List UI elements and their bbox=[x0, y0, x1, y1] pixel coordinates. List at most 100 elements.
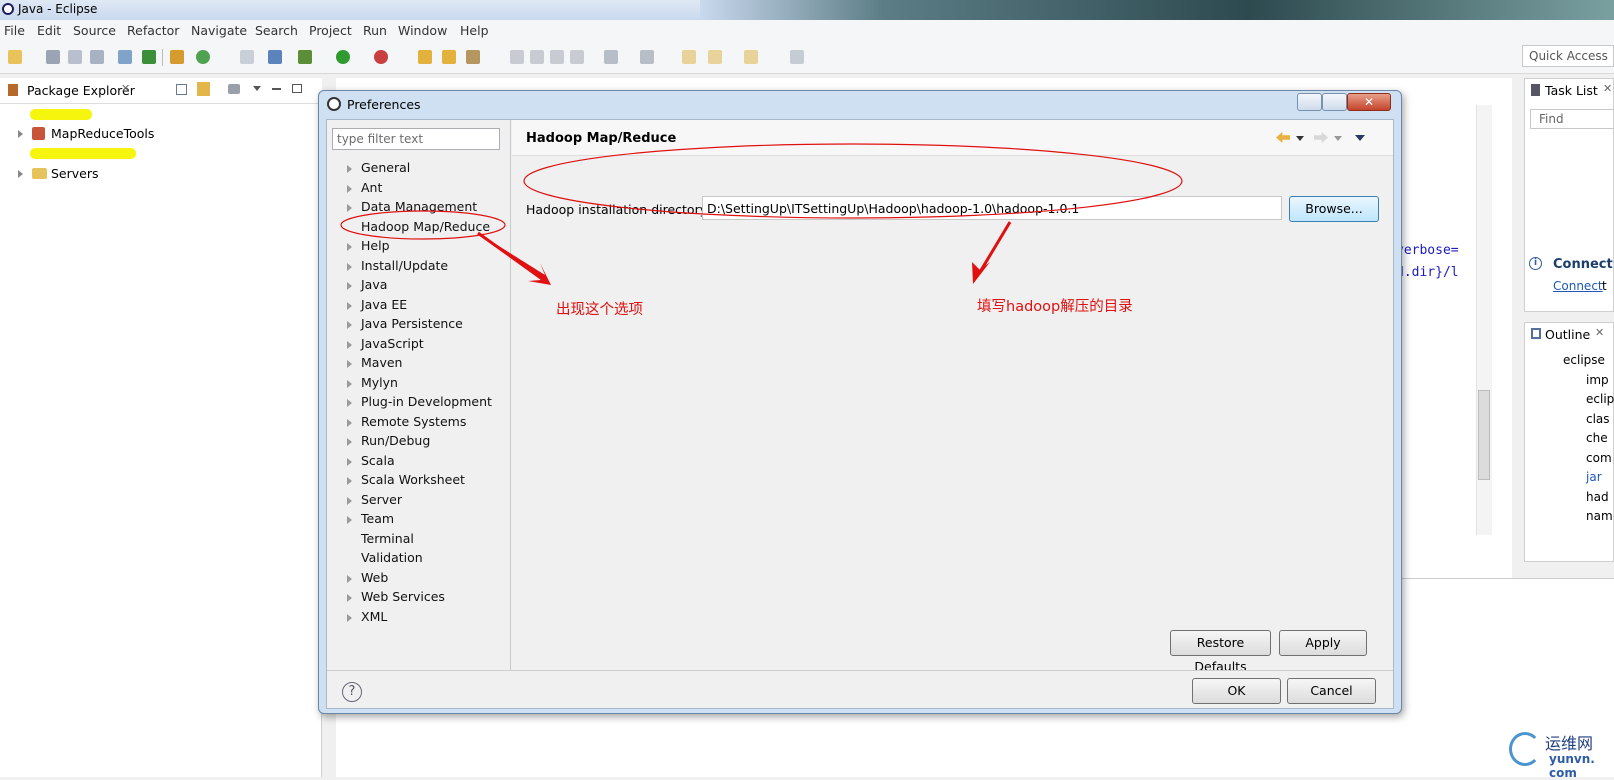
outline-item[interactable]: com bbox=[1539, 449, 1614, 469]
prev-annotation-icon[interactable] bbox=[640, 50, 654, 64]
outline-item[interactable]: had bbox=[1539, 488, 1614, 508]
menu-project[interactable]: Project bbox=[309, 23, 352, 38]
pin-editor-icon[interactable] bbox=[790, 50, 804, 64]
save-icon[interactable] bbox=[46, 50, 60, 64]
outline-item[interactable]: che bbox=[1539, 429, 1614, 449]
expand-icon[interactable] bbox=[347, 301, 352, 310]
open-type-icon[interactable] bbox=[418, 50, 432, 64]
expand-icon[interactable] bbox=[347, 438, 352, 446]
expand-icon[interactable] bbox=[347, 262, 352, 271]
close-button[interactable]: ✕ bbox=[1347, 93, 1391, 111]
menu-refactor[interactable]: Refactor bbox=[127, 23, 179, 38]
expand-icon[interactable] bbox=[347, 321, 352, 329]
edit-icon[interactable] bbox=[510, 50, 524, 64]
apply-button[interactable]: Apply bbox=[1279, 630, 1367, 656]
tree-item-mapreducetools[interactable]: MapReduceTools bbox=[0, 124, 320, 143]
close-icon[interactable]: ✕ bbox=[1603, 82, 1612, 95]
debug-icon[interactable] bbox=[298, 50, 312, 64]
menu-run[interactable]: Run bbox=[363, 23, 387, 38]
chevron-down-icon[interactable] bbox=[1334, 136, 1342, 141]
refresh-icon[interactable] bbox=[196, 50, 210, 64]
outline-item[interactable]: imp bbox=[1539, 371, 1614, 391]
outline-item[interactable]: nam bbox=[1539, 507, 1614, 527]
expand-icon[interactable] bbox=[347, 165, 352, 173]
forward-arrow-icon[interactable] bbox=[1314, 132, 1328, 143]
restore-defaults-button[interactable]: Restore Defaults bbox=[1170, 630, 1271, 674]
external-tools-icon[interactable] bbox=[374, 50, 388, 64]
chevron-down-icon[interactable] bbox=[1296, 136, 1304, 141]
link-editor-icon[interactable] bbox=[197, 82, 210, 96]
next-annotation-icon[interactable] bbox=[604, 50, 618, 64]
maximize-button[interactable] bbox=[1322, 93, 1347, 111]
view-menu-icon[interactable] bbox=[228, 84, 240, 94]
menu-source[interactable]: Source bbox=[73, 23, 116, 38]
close-icon[interactable]: ✕ bbox=[121, 82, 130, 95]
expand-icon[interactable] bbox=[18, 130, 23, 138]
chevron-down-icon[interactable] bbox=[253, 86, 261, 91]
search-icon[interactable] bbox=[466, 50, 480, 64]
menu-help[interactable]: Help bbox=[460, 23, 489, 38]
menu-navigate[interactable]: Navigate bbox=[191, 23, 247, 38]
expand-icon[interactable] bbox=[347, 243, 352, 251]
show-whitespace-icon[interactable] bbox=[550, 50, 564, 64]
outline-item[interactable]: eclip bbox=[1539, 390, 1614, 410]
menu-search[interactable]: Search bbox=[255, 23, 298, 38]
expand-icon[interactable] bbox=[347, 340, 352, 349]
editor-scroll-thumb[interactable] bbox=[1478, 390, 1490, 480]
toggle-icon[interactable] bbox=[118, 50, 132, 64]
hadoop-dir-input[interactable]: D:\SettingUp\ITSettingUp\Hadoop\hadoop-1… bbox=[702, 196, 1282, 220]
expand-icon[interactable] bbox=[347, 594, 352, 602]
build-icon[interactable] bbox=[170, 50, 184, 64]
expand-icon[interactable] bbox=[347, 574, 352, 583]
expand-icon[interactable] bbox=[347, 399, 352, 407]
expand-icon[interactable] bbox=[347, 379, 352, 388]
outline-item[interactable]: jar bbox=[1539, 468, 1614, 488]
skip-breakpoints-icon[interactable] bbox=[268, 50, 282, 64]
expand-icon[interactable] bbox=[347, 360, 352, 368]
expand-icon[interactable] bbox=[347, 457, 352, 466]
expand-icon[interactable] bbox=[347, 496, 352, 505]
desktop-background-strip bbox=[700, 0, 1614, 20]
open-folder-icon[interactable] bbox=[442, 50, 456, 64]
task-find-input[interactable]: Find bbox=[1530, 109, 1614, 129]
tree-item-servers[interactable]: Servers bbox=[0, 164, 320, 183]
expand-icon[interactable] bbox=[347, 282, 352, 290]
menu-edit[interactable]: Edit bbox=[37, 23, 61, 38]
connect-link[interactable]: Connect bbox=[1553, 279, 1603, 293]
back-arrow-icon[interactable] bbox=[1276, 132, 1290, 143]
forward-icon[interactable] bbox=[744, 50, 758, 64]
minimize-icon[interactable] bbox=[272, 88, 281, 90]
task-icon[interactable] bbox=[240, 50, 254, 64]
help-icon[interactable]: ? bbox=[342, 682, 362, 702]
ok-button[interactable]: OK bbox=[1192, 678, 1281, 704]
save-all-icon[interactable] bbox=[68, 50, 82, 64]
expand-icon[interactable] bbox=[347, 184, 352, 193]
view-menu-icon[interactable] bbox=[1355, 135, 1365, 141]
expand-icon[interactable] bbox=[347, 204, 352, 212]
minimize-button[interactable] bbox=[1297, 93, 1322, 111]
maximize-icon[interactable] bbox=[292, 84, 302, 93]
quick-access-input[interactable]: Quick Access bbox=[1522, 45, 1614, 67]
filter-input[interactable]: type filter text bbox=[332, 128, 500, 150]
block-selection-icon[interactable] bbox=[570, 50, 584, 64]
menu-file[interactable]: File bbox=[4, 23, 25, 38]
last-edit-icon[interactable] bbox=[682, 50, 696, 64]
menu-window[interactable]: Window bbox=[398, 23, 447, 38]
back-icon[interactable] bbox=[708, 50, 722, 64]
new-icon[interactable] bbox=[8, 50, 22, 64]
mark-icon[interactable] bbox=[530, 50, 544, 64]
expand-icon[interactable] bbox=[347, 418, 352, 427]
outline-item[interactable]: eclipse bbox=[1539, 351, 1614, 371]
browse-button[interactable]: Browse... bbox=[1289, 196, 1379, 222]
expand-icon[interactable] bbox=[18, 170, 23, 178]
expand-icon[interactable] bbox=[347, 613, 352, 622]
expand-icon[interactable] bbox=[347, 516, 352, 524]
cancel-button[interactable]: Cancel bbox=[1287, 678, 1376, 704]
outline-item[interactable]: clas bbox=[1539, 410, 1614, 430]
collapse-all-icon[interactable] bbox=[176, 84, 187, 95]
list-icon[interactable] bbox=[142, 50, 156, 64]
print-icon[interactable] bbox=[90, 50, 104, 64]
expand-icon[interactable] bbox=[347, 477, 352, 485]
run-icon[interactable] bbox=[336, 50, 350, 64]
close-icon[interactable]: ✕ bbox=[1595, 326, 1604, 339]
